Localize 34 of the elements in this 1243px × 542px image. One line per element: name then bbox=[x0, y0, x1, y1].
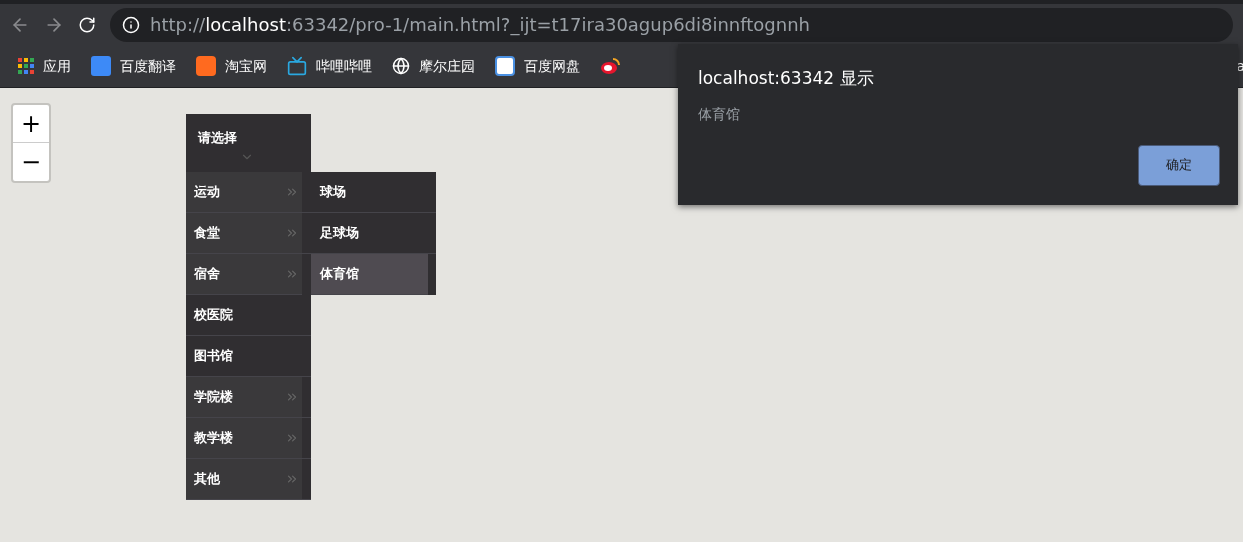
double-chevron-icon bbox=[285, 390, 299, 404]
apps-grid-icon bbox=[18, 58, 34, 74]
bookmark[interactable]: 应用 bbox=[18, 55, 71, 77]
submenu-item[interactable]: 球场 bbox=[302, 172, 436, 213]
weibo-icon bbox=[600, 57, 620, 75]
info-icon bbox=[122, 15, 140, 34]
menu-item[interactable]: 教学楼 bbox=[186, 418, 311, 459]
double-chevron-icon bbox=[285, 226, 299, 240]
submenu-item[interactable]: 体育馆 bbox=[311, 254, 428, 295]
zoom-in-button[interactable]: + bbox=[13, 105, 49, 143]
menu-item[interactable]: 学院楼 bbox=[186, 377, 311, 418]
alert-title: localhost:63342 显示 bbox=[698, 67, 875, 90]
bookmark[interactable] bbox=[600, 57, 620, 75]
menu-item[interactable]: 其他 bbox=[186, 459, 311, 500]
double-chevron-icon bbox=[285, 431, 299, 445]
bookmark[interactable]: 哔哩哔哩 bbox=[287, 55, 372, 77]
bookmark[interactable]: 摩尔庄园 bbox=[392, 55, 475, 77]
zoom-out-button[interactable]: − bbox=[13, 143, 49, 181]
ok-button[interactable]: 确定 bbox=[1138, 144, 1220, 186]
bookmark[interactable]: 百度翻译 bbox=[91, 55, 176, 77]
tv-icon bbox=[287, 56, 307, 76]
globe-icon bbox=[392, 57, 410, 75]
bookmark[interactable]: 淘宝网 bbox=[196, 55, 267, 77]
url-text: http://localhost:63342/pro-1/main.html?_ijt=t17ira30agup6di8innftognnh bbox=[150, 13, 811, 38]
bookmark[interactable]: 百度网盘 bbox=[495, 55, 580, 77]
menu-item[interactable]: 图书馆 bbox=[186, 336, 311, 377]
double-chevron-icon bbox=[285, 185, 299, 199]
address-bar[interactable]: http://localhost:63342/pro-1/main.html?_ijt=t17ira30agup6di8innftognnh bbox=[110, 7, 1233, 42]
double-chevron-icon bbox=[285, 267, 299, 281]
select-header[interactable]: 请选择 bbox=[186, 114, 311, 172]
reload-icon[interactable] bbox=[78, 15, 96, 34]
alert-message: 体育馆 bbox=[698, 104, 741, 124]
double-chevron-icon bbox=[285, 472, 299, 486]
menu-item[interactable]: 校医院 bbox=[186, 295, 311, 336]
